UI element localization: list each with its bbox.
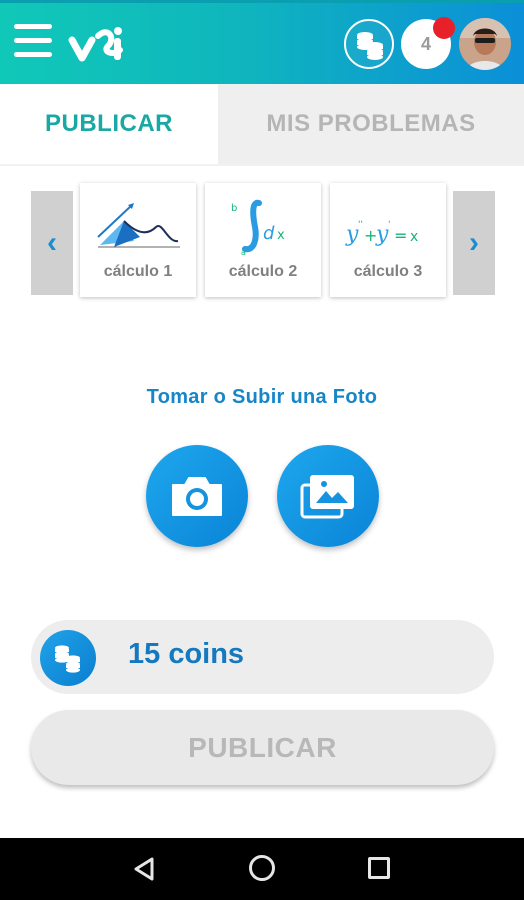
chevron-left-icon: ‹ <box>47 226 57 259</box>
category-label: cálculo 3 <box>353 263 423 280</box>
home-icon[interactable] <box>249 855 275 881</box>
category-label: cálculo 2 <box>228 263 298 280</box>
svg-text:b: b <box>231 203 237 214</box>
carousel-next-button[interactable]: › <box>453 191 495 295</box>
chevron-right-icon: › <box>469 226 479 259</box>
svg-text:a: a <box>241 248 246 257</box>
svg-text:y: y <box>345 222 359 247</box>
recent-apps-icon[interactable] <box>368 857 390 879</box>
avatar-image <box>459 18 511 70</box>
app-header: 4 <box>0 0 524 84</box>
tab-bar: PUBLICAR MIS PROBLEMAS <box>0 84 524 164</box>
svg-text:'': '' <box>358 220 363 230</box>
carousel-prev-button[interactable]: ‹ <box>31 191 73 295</box>
tab-publicar[interactable]: PUBLICAR <box>0 84 218 164</box>
menu-icon[interactable] <box>14 24 54 58</box>
coins-badge <box>40 630 96 686</box>
divider <box>0 164 524 166</box>
category-card-calculo-1[interactable]: cálculo 1 <box>80 183 196 297</box>
active-tab-caret <box>93 160 121 174</box>
svg-text:x: x <box>277 228 285 243</box>
differential-equation-icon: y '' + y ' = x <box>345 220 418 247</box>
notification-badge <box>433 17 455 39</box>
graph-curve-icon <box>97 203 180 248</box>
gallery-icon <box>300 475 354 519</box>
app-logo-icon[interactable] <box>68 22 128 66</box>
svg-text:=: = <box>394 226 407 245</box>
coins-stack-icon <box>55 645 80 673</box>
svg-text:y: y <box>375 222 389 247</box>
svg-text:': ' <box>388 220 390 230</box>
photo-section-title: Tomar o Subir una Foto <box>146 386 378 408</box>
coins-amount: 15 coins <box>128 638 245 670</box>
coins-stack-icon <box>357 32 383 60</box>
category-card-calculo-2[interactable]: b d x a cálculo 2 <box>205 183 321 297</box>
tab-mis-problemas[interactable]: MIS PROBLEMAS <box>218 84 524 164</box>
status-strip <box>0 0 524 3</box>
back-icon[interactable] <box>132 856 156 882</box>
system-nav-bar <box>0 838 524 900</box>
coins-button[interactable] <box>344 19 394 69</box>
category-card-calculo-3[interactable]: y '' + y ' = x cálculo 3 <box>330 183 446 297</box>
svg-text:d: d <box>263 223 275 244</box>
integral-icon: b d x a <box>231 199 285 257</box>
user-avatar[interactable] <box>459 18 511 70</box>
upload-photo-button[interactable] <box>277 445 379 547</box>
coins-balance: 15 coins <box>31 620 494 694</box>
svg-text:x: x <box>410 229 418 245</box>
take-photo-button[interactable] <box>146 445 248 547</box>
notification-count: 4 <box>420 33 431 54</box>
publish-button[interactable]: PUBLICAR <box>31 710 494 785</box>
category-label: cálculo 1 <box>103 263 173 280</box>
camera-icon <box>172 477 222 516</box>
